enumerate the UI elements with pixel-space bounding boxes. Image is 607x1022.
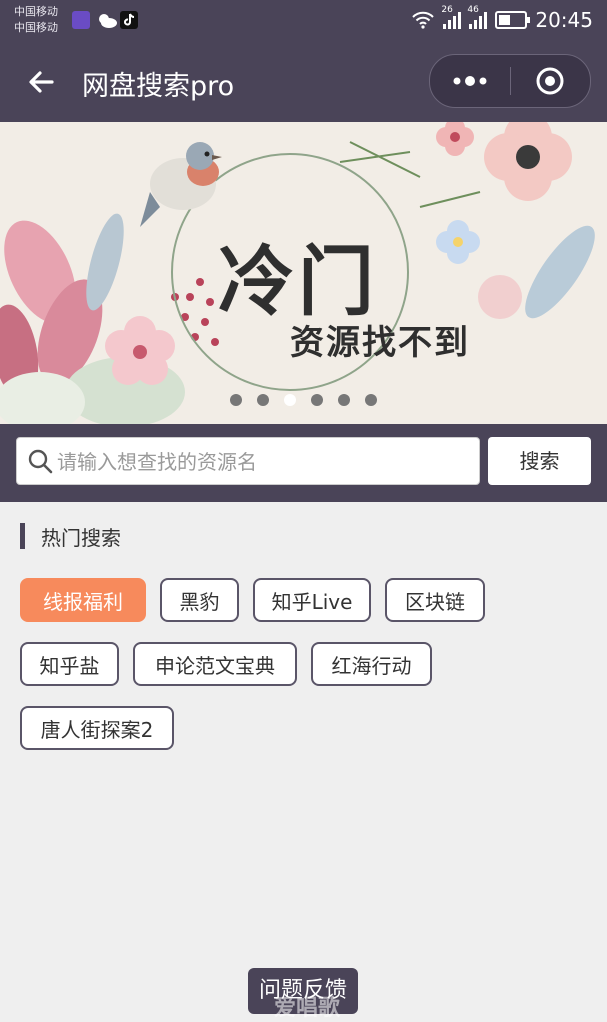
search-box[interactable]: [16, 437, 480, 486]
status-bar: 中国移动 中国移动 26 46 20:45: [0, 0, 607, 44]
more-button[interactable]: [430, 55, 510, 107]
banner-headline: 冷门: [218, 237, 378, 326]
network-type-2: 46: [467, 5, 479, 15]
hot-tag[interactable]: 申论范文宝典: [133, 642, 297, 686]
weather-icon: [96, 11, 117, 29]
close-button[interactable]: [510, 55, 590, 107]
back-arrow-icon: [29, 71, 54, 93]
notification-icons: [72, 11, 138, 29]
signal-1: 26: [441, 5, 462, 29]
network-type-1: 26: [441, 5, 453, 15]
search-bar: 搜索: [0, 424, 607, 502]
hot-tag[interactable]: 唐人街探案2: [20, 706, 174, 750]
hot-tag[interactable]: 区块链: [385, 578, 485, 622]
carrier-1: 中国移动: [14, 5, 58, 18]
search-input[interactable]: [55, 438, 469, 486]
section-marker: [20, 523, 25, 549]
carrier-info: 中国移动 中国移动: [14, 4, 58, 36]
hot-tag[interactable]: 知乎Live: [253, 578, 371, 622]
carrier-2: 中国移动: [14, 21, 58, 34]
status-right: 26 46 20:45: [411, 5, 593, 32]
hot-tag[interactable]: 线报福利: [20, 578, 146, 622]
page-title: 网盘搜索pro: [82, 71, 235, 102]
nav-bar: 网盘搜索pro: [0, 44, 607, 122]
hot-tag[interactable]: 红海行动: [311, 642, 432, 686]
hot-tag[interactable]: 黑豹: [160, 578, 239, 622]
wifi-icon: [412, 11, 435, 29]
more-dots-icon: [453, 76, 487, 86]
watermark-text: 爱唱歌: [274, 996, 341, 1021]
hot-tag[interactable]: 知乎盐: [20, 642, 119, 686]
clock: 20:45: [535, 8, 593, 32]
signal-2: 46: [467, 5, 488, 29]
video-app-icon: [72, 11, 90, 29]
banner-subline: 资源找不到: [290, 323, 470, 363]
banner-carousel[interactable]: 冷门 资源找不到: [0, 122, 607, 424]
mini-program-capsule: [429, 54, 591, 108]
target-close-icon: [536, 67, 564, 95]
hot-search-header: 热门搜索: [20, 522, 121, 550]
search-icon: [28, 449, 53, 474]
hot-search-title: 热门搜索: [41, 525, 121, 550]
back-button[interactable]: [22, 62, 62, 102]
search-button[interactable]: 搜索: [488, 437, 591, 485]
carousel-dots: [230, 394, 377, 406]
battery-icon: [495, 11, 531, 29]
tiktok-icon: [120, 11, 138, 29]
